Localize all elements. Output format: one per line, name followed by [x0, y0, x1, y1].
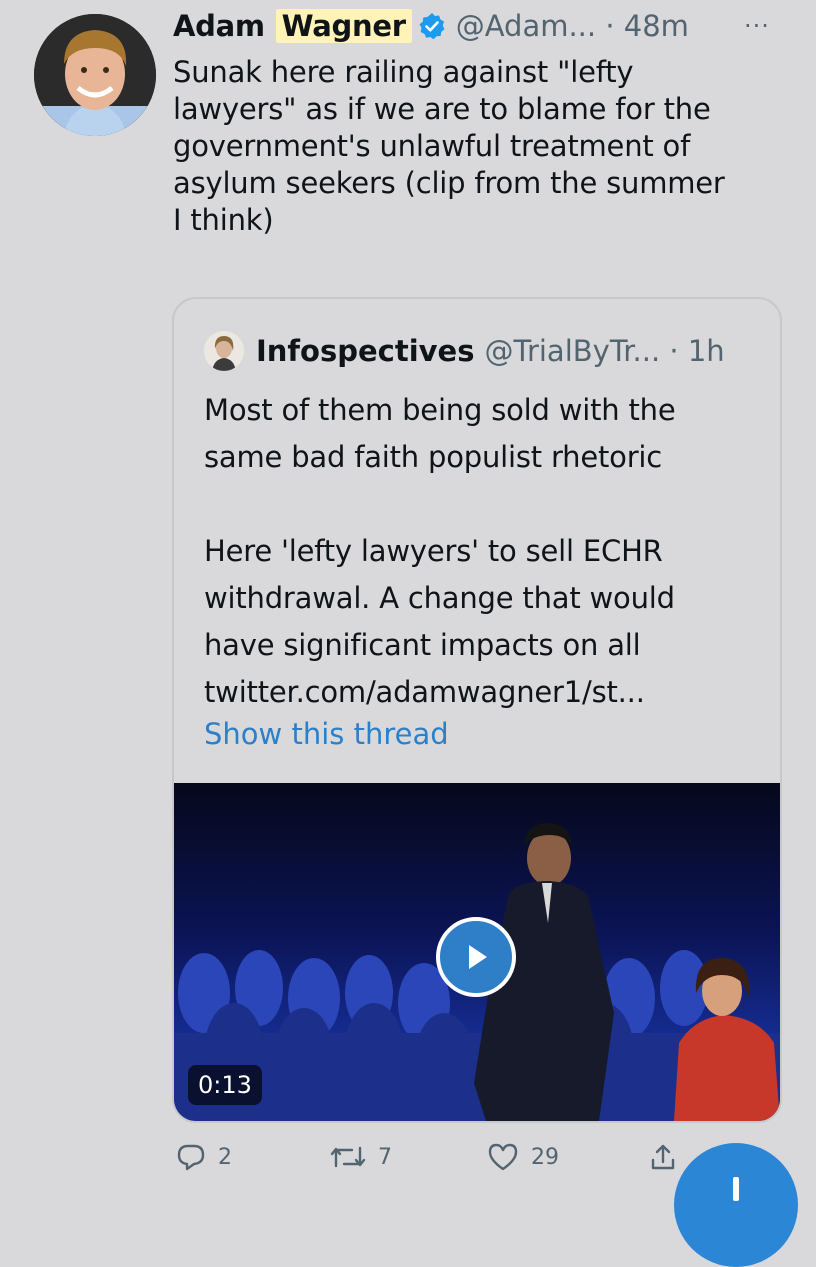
author-handle-text[interactable]: @Adam...: [456, 9, 596, 43]
share-icon: [651, 1144, 675, 1170]
reply-icon: [177, 1144, 205, 1171]
reply-button[interactable]: 2: [176, 1142, 232, 1172]
retweet-icon: [330, 1146, 366, 1168]
like-count: 29: [531, 1144, 559, 1170]
verified-badge-icon: [418, 12, 446, 40]
compose-button[interactable]: [674, 1143, 798, 1267]
retweet-count: 7: [378, 1144, 392, 1170]
author-first-name[interactable]: Adam: [173, 9, 265, 43]
tweet-header: Adam Wagner @Adam... · 48m: [173, 4, 689, 48]
quoted-tweet-text: Most of them being sold with the same ba…: [204, 393, 676, 709]
quoted-tweet-header: Infospectives @TrialByTr... · 1h: [204, 329, 725, 373]
quoted-author-handle[interactable]: @TrialByTr... · 1h: [485, 334, 725, 368]
tweet-timestamp[interactable]: · 48m: [605, 9, 689, 43]
quoted-timestamp[interactable]: · 1h: [669, 334, 724, 368]
quoted-handle-text[interactable]: @TrialByTr...: [485, 334, 661, 368]
play-icon: [469, 945, 487, 969]
quoted-tweet[interactable]: Infospectives @TrialByTr... · 1h Most of…: [172, 297, 782, 1123]
more-options-icon[interactable]: ···: [744, 12, 770, 40]
author-name[interactable]: Adam Wagner: [173, 9, 412, 43]
share-button[interactable]: [649, 1142, 689, 1172]
like-button[interactable]: 29: [487, 1142, 559, 1172]
play-button[interactable]: [436, 917, 516, 997]
quoted-author-avatar[interactable]: [204, 331, 244, 371]
author-avatar[interactable]: [34, 14, 156, 136]
compose-plus-icon: [733, 1177, 739, 1201]
author-handle[interactable]: @Adam... · 48m: [456, 9, 689, 43]
show-thread-link[interactable]: Show this thread: [204, 717, 449, 751]
tweet-text: Sunak here railing against "lefty lawyer…: [173, 55, 725, 237]
video-duration-badge: 0:13: [188, 1065, 262, 1105]
author-last-name[interactable]: Wagner: [275, 9, 412, 43]
video-player[interactable]: 0:13: [174, 783, 780, 1121]
heart-icon: [488, 1143, 518, 1171]
retweet-button[interactable]: 7: [330, 1142, 392, 1172]
quoted-author-name[interactable]: Infospectives: [256, 334, 475, 368]
reply-count: 2: [218, 1144, 232, 1170]
